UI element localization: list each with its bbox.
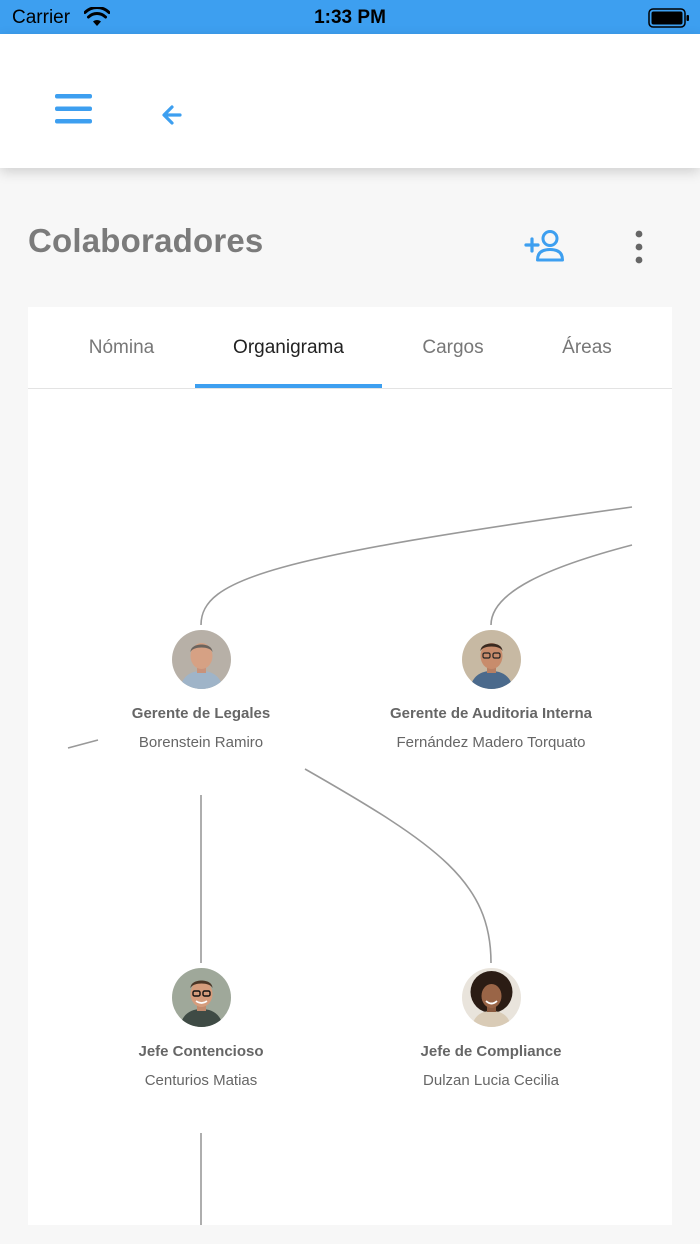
app-header [0, 34, 700, 168]
avatar [171, 630, 231, 689]
status-bar: Carrier 1:33 PM [0, 0, 700, 34]
person-photo-icon [171, 630, 231, 689]
node-name: Borenstein Ramiro [138, 734, 264, 751]
node-name: Fernández Madero Torquato [396, 734, 586, 751]
avatar [461, 630, 521, 689]
add-user-button[interactable] [522, 228, 568, 264]
content-card: Nómina Organigrama Cargos Áreas Gerente … [28, 307, 672, 1225]
person-photo-icon [171, 968, 231, 1027]
person-add-icon [524, 230, 564, 262]
arrow-left-icon [162, 105, 182, 125]
battery-icon [648, 8, 689, 28]
org-node-jefe-contencioso[interactable]: Jefe Contencioso Centurios Matias [71, 968, 331, 1089]
node-name: Centurios Matias [144, 1072, 258, 1089]
node-role: Gerente de Auditoria Interna [390, 705, 592, 722]
node-name: Dulzan Lucia Cecilia [423, 1072, 559, 1089]
connector-compliance [304, 768, 492, 964]
avatar [171, 968, 231, 1027]
status-time: 1:33 PM [314, 7, 386, 28]
more-options-button[interactable] [626, 228, 652, 266]
person-photo-icon [461, 630, 521, 689]
org-node-gerente-legales[interactable]: Gerente de Legales Borenstein Ramiro [71, 630, 331, 751]
page-title: Colaboradores [28, 222, 264, 259]
org-node-jefe-compliance[interactable]: Jefe de Compliance Dulzan Lucia Cecilia [361, 968, 621, 1089]
connector-legales [200, 506, 633, 626]
person-photo-icon [461, 968, 521, 1027]
node-role: Jefe Contencioso [138, 1043, 264, 1060]
back-button[interactable] [158, 102, 186, 128]
more-vertical-icon [635, 230, 643, 264]
node-role: Gerente de Legales [131, 705, 271, 722]
avatar [461, 968, 521, 1027]
connector-auditoria [490, 544, 633, 626]
org-node-gerente-auditoria[interactable]: Gerente de Auditoria Interna Fernández M… [361, 630, 621, 751]
menu-button[interactable] [54, 92, 94, 126]
hamburger-menu-icon [55, 94, 92, 124]
node-role: Jefe de Compliance [420, 1043, 562, 1060]
